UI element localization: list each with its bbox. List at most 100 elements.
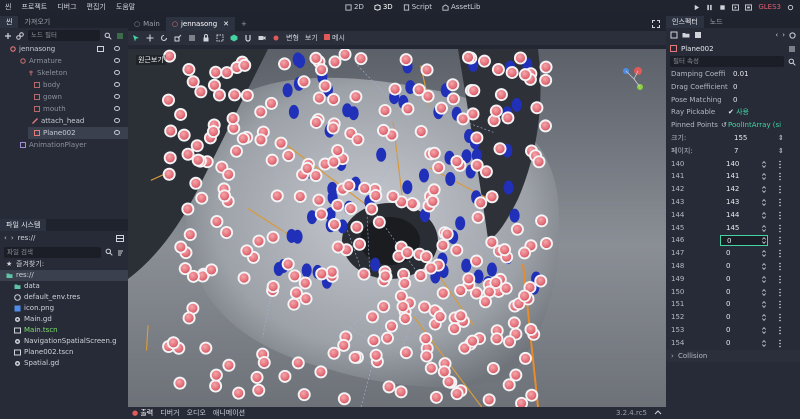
more-options-icon[interactable] [778, 339, 782, 348]
list-select-icon[interactable] [188, 34, 196, 42]
renderer-label[interactable]: GLES3 [758, 3, 781, 11]
link-icon[interactable] [16, 31, 24, 40]
scene-tab-jennasong[interactable]: ○ jennasong ✕ [165, 17, 236, 31]
visibility-eye-icon[interactable] [114, 70, 120, 75]
workspace-script[interactable]: Script [403, 3, 432, 11]
more-options-icon[interactable] [778, 249, 782, 258]
play-custom-scene-icon[interactable] [745, 3, 753, 11]
spin-arrows-icon[interactable] [762, 288, 766, 296]
array-value-field[interactable]: 0 [726, 311, 730, 324]
size-field[interactable]: 155 [734, 132, 747, 145]
spin-arrows-icon[interactable] [762, 211, 766, 219]
menu-editor[interactable]: 편집기 [82, 2, 111, 12]
history-back-icon[interactable]: ‹ [775, 31, 778, 39]
menu-transform[interactable]: 변형 [286, 33, 299, 43]
tab-scene[interactable]: 씬 [0, 16, 19, 28]
array-value-field[interactable]: 0 [726, 324, 730, 337]
scene-tab-main[interactable]: ○ Main [128, 17, 166, 31]
open-folder-icon[interactable] [682, 31, 690, 39]
film-icon[interactable] [97, 46, 104, 52]
tree-node-mouth[interactable]: mouth [0, 103, 128, 115]
play-icon[interactable] [693, 4, 700, 11]
tree-node-jennasong[interactable]: jennasong [0, 43, 128, 55]
group-icon[interactable] [216, 34, 224, 42]
file-item[interactable]: default_env.tres [0, 292, 128, 303]
spin-icon[interactable]: ⇕ [778, 145, 784, 158]
file-item[interactable]: Spatial.gd [0, 358, 128, 369]
spin-arrows-icon[interactable] [762, 186, 766, 194]
spin-icon[interactable]: ⇕ [778, 132, 784, 145]
select-tool-icon[interactable] [132, 34, 140, 42]
property-value[interactable]: 0 [733, 94, 737, 107]
array-value-field[interactable]: 0 [726, 337, 730, 350]
node-filter-input[interactable]: 노드 필터 [28, 30, 100, 41]
file-item[interactable]: Main.tscn [0, 325, 128, 336]
array-value-field[interactable]: 0 [726, 247, 730, 260]
path-field[interactable]: res:// [18, 234, 112, 242]
array-value-field[interactable]: 141 [726, 170, 739, 183]
add-scene-tab-button[interactable]: + [235, 17, 253, 31]
tree-node-body[interactable]: body [0, 79, 128, 91]
snap-icon[interactable] [244, 34, 252, 42]
array-value-field[interactable]: 143 [726, 196, 739, 209]
more-options-icon[interactable] [778, 211, 782, 220]
spin-arrows-icon[interactable] [762, 250, 766, 258]
menu-view[interactable]: 보기 [305, 33, 318, 43]
lock-icon[interactable] [202, 34, 210, 42]
pinned-points-value[interactable]: PoolIntArray (si [728, 119, 798, 132]
property-value[interactable]: 0 [733, 81, 737, 94]
array-value-field[interactable]: 0 [726, 298, 730, 311]
array-value-field[interactable]: 0 [726, 260, 730, 273]
spin-arrows-icon[interactable] [762, 314, 766, 322]
tree-node-animationplayer[interactable]: AnimationPlayer [0, 139, 128, 151]
menu-help[interactable]: 도움말 [111, 2, 140, 12]
visibility-eye-icon[interactable] [114, 58, 120, 63]
tab-inspector[interactable]: 인스펙터 [666, 16, 704, 28]
visibility-eye-icon[interactable] [114, 118, 120, 123]
array-value-field[interactable]: 0 [720, 235, 768, 247]
spin-arrows-icon[interactable] [762, 326, 766, 334]
expand-panel-icon[interactable] [654, 409, 662, 417]
tab-audio[interactable]: 오디오 [187, 408, 206, 418]
spin-arrows-icon[interactable] [762, 160, 766, 168]
revert-icon[interactable]: ↺ [721, 119, 727, 132]
history-forward-icon[interactable]: › [782, 31, 785, 39]
spin-arrows-icon[interactable] [762, 224, 766, 232]
more-options-icon[interactable] [778, 185, 782, 194]
spin-arrows-icon[interactable] [762, 237, 766, 245]
page-field[interactable]: 7 [734, 145, 738, 158]
more-options-icon[interactable] [778, 262, 782, 271]
more-options-icon[interactable] [778, 275, 782, 284]
tab-output[interactable]: ● 출력 [132, 408, 153, 418]
array-value-field[interactable]: 142 [726, 183, 739, 196]
menu-project[interactable]: 프로젝트 [16, 2, 52, 12]
file-item[interactable]: NavigationSpatialScreen.g [0, 336, 128, 347]
back-icon[interactable]: ‹ [4, 234, 7, 242]
more-options-icon[interactable] [778, 160, 782, 169]
file-search-input[interactable]: 파일 검색 [4, 246, 101, 258]
workspace-assetlib[interactable]: AssetLib [442, 3, 480, 11]
tree-node-gown[interactable]: gown [0, 91, 128, 103]
add-node-icon[interactable] [4, 32, 12, 40]
tab-node[interactable]: 노드 [704, 16, 729, 28]
workspace-3d[interactable]: 3D [374, 3, 393, 11]
collision-section[interactable]: › Collision [666, 349, 800, 363]
3d-viewport[interactable]: 원근보기 [128, 49, 666, 407]
visibility-eye-icon[interactable] [114, 106, 120, 111]
more-options-icon[interactable] [778, 326, 782, 335]
save-icon[interactable] [694, 31, 702, 39]
spin-arrows-icon[interactable] [762, 275, 766, 283]
tree-node-plane002[interactable]: Plane002 [28, 127, 128, 139]
move-tool-icon[interactable] [146, 34, 154, 42]
tab-animation[interactable]: 애니메이션 [213, 408, 245, 418]
more-options-icon[interactable] [778, 198, 782, 207]
menu-scene[interactable]: 씬 [0, 2, 16, 12]
file-item[interactable]: data [0, 281, 128, 292]
visibility-eye-icon[interactable] [114, 82, 120, 87]
more-options-icon[interactable] [778, 288, 782, 297]
tab-import[interactable]: 가져오기 [18, 16, 56, 28]
play-scene-icon[interactable] [732, 3, 740, 11]
camera-icon[interactable] [258, 34, 266, 42]
local-space-icon[interactable] [230, 34, 238, 42]
array-value-field[interactable]: 144 [726, 209, 739, 222]
